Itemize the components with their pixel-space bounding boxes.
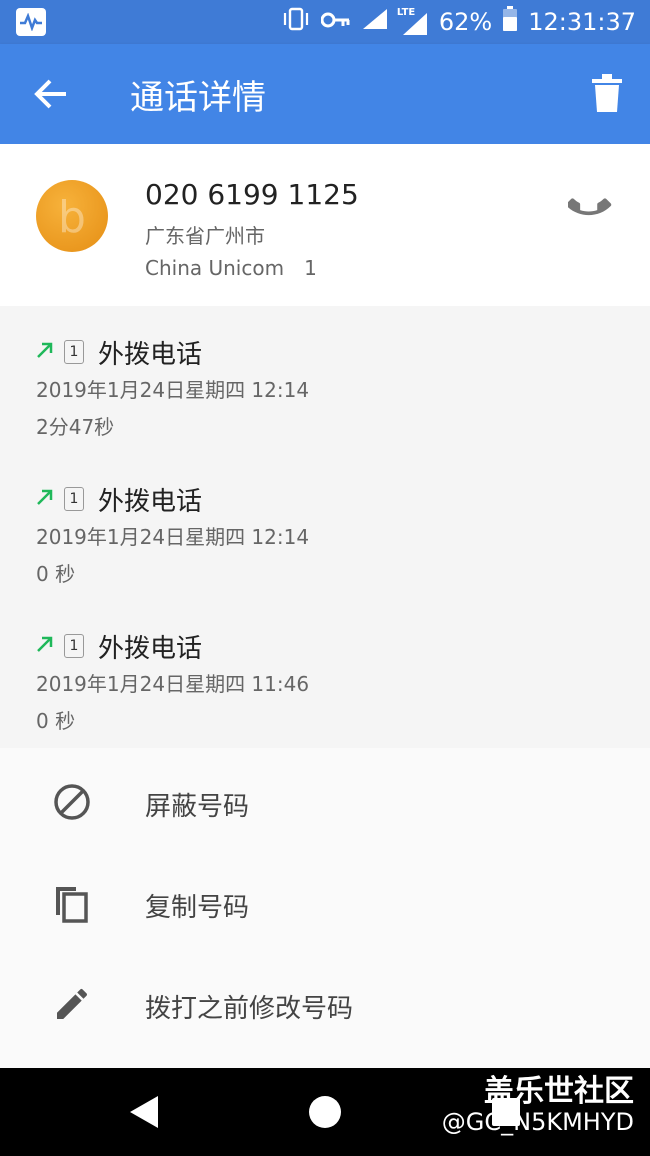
call-log-list: 1 外拨电话 2019年1月24日星期四 12:14 2分47秒 1 外拨电话 …	[0, 306, 650, 749]
call-type: 外拨电话	[98, 633, 203, 664]
clock: 12:31:37	[528, 8, 636, 36]
outgoing-arrow-icon	[36, 488, 54, 510]
phone-number: 020 6199 1125	[145, 178, 359, 211]
trash-icon[interactable]	[592, 74, 622, 112]
phone-location: 广东省广州市	[145, 224, 265, 248]
sim-badge: 1	[64, 487, 84, 511]
call-datetime: 2019年1月24日星期四 12:14	[36, 378, 310, 402]
actions-list: 屏蔽号码 复制号码 拨打之前修改号码	[0, 748, 650, 1068]
page-title: 通话详情	[130, 78, 266, 118]
block-number-label: 屏蔽号码	[145, 792, 250, 822]
copy-number-label: 复制号码	[145, 893, 250, 923]
call-type: 外拨电话	[98, 486, 203, 517]
call-log-item: 1 外拨电话 2019年1月24日星期四 12:14 2分47秒	[36, 334, 616, 440]
outgoing-arrow-icon	[36, 635, 54, 657]
call-log-item: 1 外拨电话 2019年1月24日星期四 12:14 0 秒	[36, 481, 616, 587]
arrow-left-icon[interactable]	[30, 72, 74, 116]
edit-before-call-action[interactable]: 拨打之前修改号码	[0, 954, 650, 1054]
carrier-label: China Unicom 1	[145, 256, 317, 280]
app-bar: 通话详情	[0, 44, 650, 144]
copy-icon	[52, 883, 92, 923]
signal-lte-icon: LTE	[397, 7, 429, 37]
call-datetime: 2019年1月24日星期四 11:46	[36, 672, 310, 696]
status-icons: LTE 62% 12:31:37	[281, 0, 636, 44]
vibrate-icon	[281, 7, 311, 37]
copy-number-action[interactable]: 复制号码	[0, 853, 650, 953]
contact-header: b 020 6199 1125 广东省广州市 China Unicom 1	[0, 144, 650, 307]
sim-badge: 1	[64, 634, 84, 658]
svg-text:b: b	[58, 192, 86, 243]
outgoing-arrow-icon	[36, 341, 54, 363]
call-duration: 0 秒	[36, 709, 76, 733]
edit-pencil-icon	[52, 984, 92, 1024]
call-duration: 2分47秒	[36, 415, 115, 439]
vpn-key-icon	[320, 8, 351, 36]
battery-percent: 62%	[438, 8, 493, 36]
watermark-user: @GC_N5KMHYD	[441, 1108, 634, 1136]
signal-icon	[361, 7, 389, 37]
call-datetime: 2019年1月24日星期四 12:14	[36, 525, 310, 549]
nav-back-icon[interactable]	[126, 1094, 162, 1130]
status-bar: LTE 62% 12:31:37	[0, 0, 650, 44]
activity-icon	[16, 8, 46, 36]
nav-home-icon[interactable]	[309, 1096, 341, 1128]
block-number-action[interactable]: 屏蔽号码	[0, 752, 650, 852]
contact-avatar: b	[36, 180, 108, 252]
watermark-title: 盖乐世社区	[484, 1074, 634, 1109]
phone-icon[interactable]	[566, 184, 612, 228]
sim-badge: 1	[64, 340, 84, 364]
battery-icon	[502, 6, 518, 38]
block-icon	[52, 782, 92, 822]
call-log-item: 1 外拨电话 2019年1月24日星期四 11:46 0 秒	[36, 628, 616, 734]
call-type: 外拨电话	[98, 339, 203, 370]
edit-before-call-label: 拨打之前修改号码	[145, 994, 354, 1024]
call-duration: 0 秒	[36, 562, 76, 586]
